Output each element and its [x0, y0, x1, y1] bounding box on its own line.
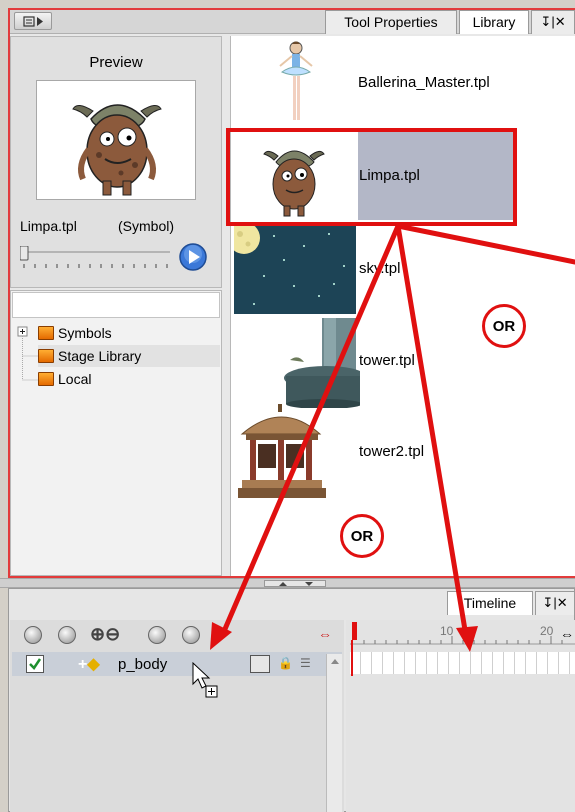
- layer-type-icon: +◆: [78, 656, 100, 673]
- lock-icon[interactable]: 🔒: [278, 656, 293, 670]
- timeline-panel-controls[interactable]: ↧|✕: [535, 591, 575, 615]
- panel-splitter[interactable]: [0, 578, 575, 588]
- preview-title: Preview: [89, 54, 143, 71]
- template-name: Ballerina_Master.tpl: [358, 74, 490, 91]
- play-button[interactable]: [178, 242, 208, 272]
- ballerina-thumbnail: [279, 41, 313, 120]
- playhead[interactable]: [351, 640, 353, 676]
- add-drawing-icon[interactable]: [182, 626, 200, 644]
- splitter-handle[interactable]: [264, 580, 326, 587]
- limpa-thumbnail: [236, 134, 356, 218]
- onion-skin-icon[interactable]: [24, 626, 42, 644]
- frame-area: [346, 620, 575, 812]
- cursor-with-plus-icon: [192, 662, 218, 698]
- frame-cells[interactable]: [350, 652, 575, 674]
- folder-icon: [38, 326, 54, 340]
- tree-item-symbols[interactable]: Symbols: [38, 322, 218, 344]
- panel-controls[interactable]: ↧|✕: [531, 10, 575, 34]
- template-name: tower.tpl: [359, 352, 415, 369]
- drag-cursor-icon: [192, 662, 222, 702]
- collapse-panel-icon[interactable]: ⇔: [318, 626, 340, 644]
- collapse-arrows-icon: [279, 582, 313, 586]
- symbol-type-label: (Symbol): [118, 218, 175, 234]
- or-badge: OR: [482, 304, 526, 348]
- template-name: sky.tpl: [359, 260, 401, 277]
- play-icon: [179, 243, 207, 271]
- database-icon: ☰: [300, 656, 311, 670]
- frame-slider[interactable]: [20, 246, 172, 268]
- sky-night-icon: [234, 226, 345, 305]
- layer-scrollbar[interactable]: [326, 654, 342, 812]
- slider-track: [20, 246, 170, 268]
- panel-menu-icon: [23, 16, 43, 27]
- tower-thumbnail: [240, 318, 360, 408]
- sky-thumbnail: [234, 226, 356, 314]
- onion-skin-render-icon[interactable]: [58, 626, 76, 644]
- limpa-character-icon: [72, 104, 162, 196]
- panel-menu-button[interactable]: [14, 12, 52, 30]
- tab-timeline[interactable]: Timeline: [447, 591, 533, 615]
- checkmark-icon: [29, 658, 42, 670]
- add-peg-icon[interactable]: [148, 626, 166, 644]
- layer-enable-checkbox[interactable]: [26, 655, 44, 673]
- tower-icon: [284, 318, 360, 408]
- symbol-name-label: Limpa.tpl: [20, 218, 77, 234]
- dock-icon[interactable]: ↧: [542, 595, 553, 610]
- tree-item-stage-library[interactable]: Stage Library: [38, 345, 220, 367]
- close-icon[interactable]: |✕: [553, 595, 567, 610]
- dock-icon[interactable]: ↧: [540, 14, 551, 29]
- layer-list: [10, 620, 344, 812]
- tower2-thumbnail: [238, 404, 328, 500]
- layer-name[interactable]: p_body: [118, 656, 167, 673]
- gazebo-icon: [238, 404, 326, 498]
- template-name: tower2.tpl: [359, 443, 425, 460]
- remove-layer-icon[interactable]: ⊖: [105, 624, 120, 644]
- limpa-character-icon: [263, 150, 325, 217]
- tree-item-label: Local: [58, 371, 92, 387]
- or-badge: OR: [340, 514, 384, 558]
- layer-color-swatch[interactable]: [250, 655, 270, 673]
- tree-item-label: Stage Library: [58, 348, 142, 364]
- tree-item-local[interactable]: Local: [38, 368, 218, 390]
- expand-frames-icon[interactable]: ⇔: [560, 626, 574, 642]
- add-remove-layer-buttons[interactable]: ⊕⊖: [90, 624, 130, 646]
- folder-icon: [38, 349, 54, 363]
- ruler-label-10: 10: [440, 624, 454, 638]
- tree-item-label: Symbols: [58, 325, 112, 341]
- tab-library[interactable]: Library: [459, 10, 529, 34]
- add-layer-icon[interactable]: ⊕: [90, 624, 105, 644]
- template-name: Limpa.tpl: [359, 167, 420, 184]
- folder-icon: [38, 372, 54, 386]
- scroll-up-icon[interactable]: [327, 654, 343, 668]
- close-icon[interactable]: |✕: [551, 14, 565, 29]
- library-search-field[interactable]: [12, 292, 220, 318]
- tab-tool-properties[interactable]: Tool Properties: [325, 10, 457, 34]
- ruler-label-20: 20: [540, 624, 554, 638]
- app-window: Tool Properties Library ↧|✕ Preview Limp…: [0, 0, 575, 812]
- preview-thumbnail: [36, 80, 196, 200]
